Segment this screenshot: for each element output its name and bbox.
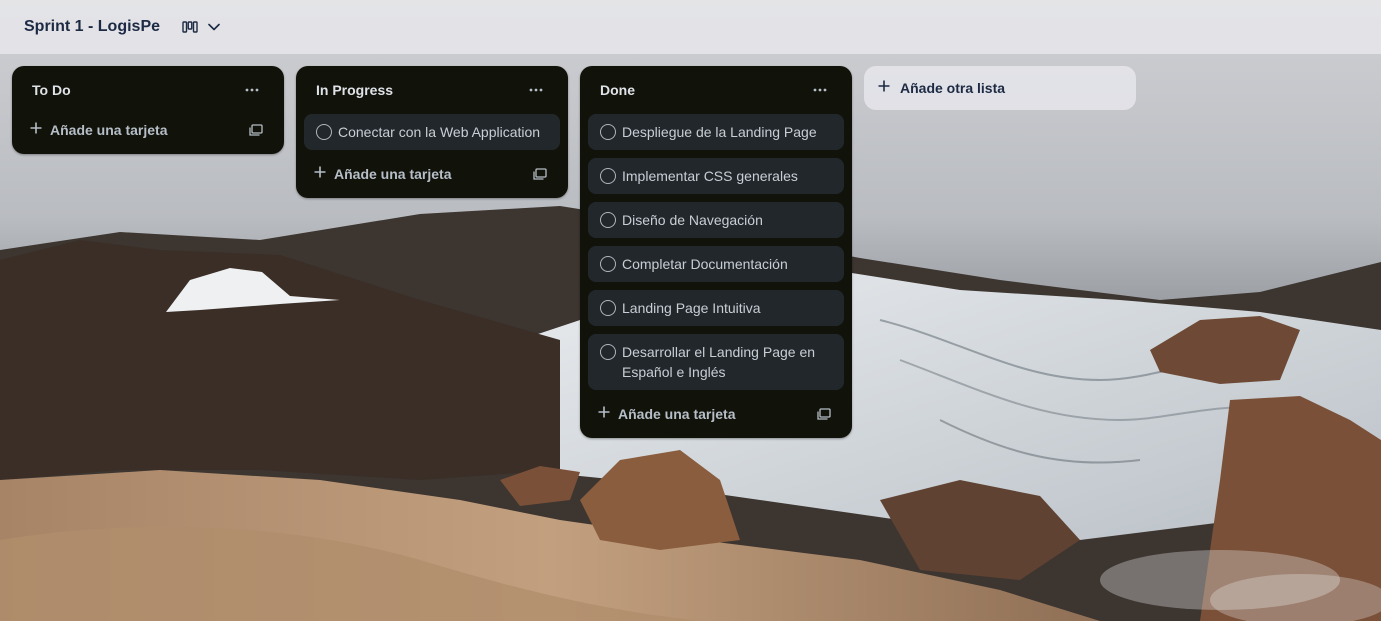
more-horizontal-icon[interactable] bbox=[524, 78, 548, 102]
card[interactable]: Completar Documentación bbox=[588, 246, 844, 282]
add-card-label: Añade una tarjeta bbox=[334, 166, 452, 182]
add-card-button[interactable]: Añade una tarjeta bbox=[304, 158, 560, 190]
card[interactable]: Implementar CSS generales bbox=[588, 158, 844, 194]
chevron-down-icon bbox=[208, 23, 220, 31]
list-header: Done bbox=[588, 66, 844, 114]
plus-icon bbox=[878, 79, 890, 97]
card-title: Completar Documentación bbox=[622, 256, 788, 272]
plus-icon bbox=[314, 165, 326, 183]
board-view-switcher[interactable] bbox=[182, 20, 220, 34]
card[interactable]: Diseño de Navegación bbox=[588, 202, 844, 238]
more-horizontal-icon[interactable] bbox=[240, 78, 264, 102]
card-title: Implementar CSS generales bbox=[622, 168, 798, 184]
circle-check-icon[interactable] bbox=[600, 300, 616, 316]
board-header: Sprint 1 - LogisPe bbox=[0, 0, 1381, 54]
list-done: Done Despliegue de la Landing Page Imple… bbox=[580, 66, 852, 438]
more-horizontal-icon[interactable] bbox=[808, 78, 832, 102]
circle-check-icon[interactable] bbox=[600, 256, 616, 272]
card[interactable]: Despliegue de la Landing Page bbox=[588, 114, 844, 150]
circle-check-icon[interactable] bbox=[600, 124, 616, 140]
add-card-label: Añade una tarjeta bbox=[618, 406, 736, 422]
add-card-button[interactable]: Añade una tarjeta bbox=[20, 114, 276, 146]
board-view-icon bbox=[182, 20, 198, 34]
card-title: Desarrollar el Landing Page en Español e… bbox=[622, 344, 816, 380]
card[interactable]: Desarrollar el Landing Page en Español e… bbox=[588, 334, 844, 390]
list-header: To Do bbox=[20, 66, 276, 114]
list-to-do: To Do Añade una tarjeta bbox=[12, 66, 284, 154]
card-title: Landing Page Intuitiva bbox=[622, 300, 761, 316]
add-card-label: Añade una tarjeta bbox=[50, 122, 168, 138]
card-title: Conectar con la Web Application bbox=[338, 124, 541, 140]
list-in-progress: In Progress Conectar con la Web Applicat… bbox=[296, 66, 568, 198]
circle-check-icon[interactable] bbox=[316, 124, 332, 140]
card[interactable]: Conectar con la Web Application bbox=[304, 114, 560, 150]
add-card-button[interactable]: Añade una tarjeta bbox=[588, 398, 844, 430]
circle-check-icon[interactable] bbox=[600, 344, 616, 360]
add-list-button[interactable]: Añade otra lista bbox=[864, 66, 1136, 110]
list-title[interactable]: To Do bbox=[32, 82, 71, 98]
card-template-icon[interactable] bbox=[244, 118, 268, 142]
list-title[interactable]: In Progress bbox=[316, 82, 393, 98]
board-title[interactable]: Sprint 1 - LogisPe bbox=[24, 14, 160, 40]
plus-icon bbox=[598, 405, 610, 423]
card-template-icon[interactable] bbox=[812, 402, 836, 426]
card-template-icon[interactable] bbox=[528, 162, 552, 186]
circle-check-icon[interactable] bbox=[600, 212, 616, 228]
card-title: Diseño de Navegación bbox=[622, 212, 763, 228]
card-title: Despliegue de la Landing Page bbox=[622, 124, 817, 140]
circle-check-icon[interactable] bbox=[600, 168, 616, 184]
plus-icon bbox=[30, 121, 42, 139]
add-list-label: Añade otra lista bbox=[900, 80, 1006, 96]
list-header: In Progress bbox=[304, 66, 560, 114]
card[interactable]: Landing Page Intuitiva bbox=[588, 290, 844, 326]
list-title[interactable]: Done bbox=[600, 82, 635, 98]
